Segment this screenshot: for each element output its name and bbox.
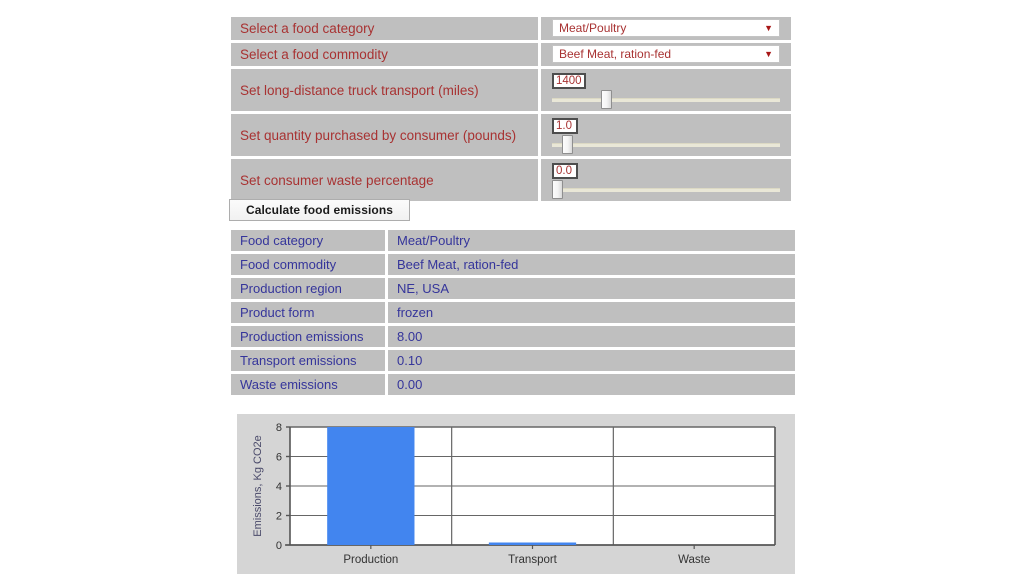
- chart-y-axis-label: Emissions, Kg CO2e: [252, 435, 264, 536]
- app-root: Select a food category Meat/Poultry ▼ Se…: [0, 0, 1024, 585]
- truck-transport-value[interactable]: 1400: [552, 73, 586, 89]
- table-row: Production emissions 8.00: [231, 326, 795, 347]
- field-waste-percentage: 0.0: [541, 159, 791, 201]
- chart-y-tick-label: 6: [276, 452, 282, 464]
- calculate-food-emissions-button[interactable]: Calculate food emissions: [229, 199, 410, 221]
- chevron-down-icon: ▼: [764, 22, 773, 33]
- result-value: Meat/Poultry: [388, 230, 795, 251]
- table-row: Production region NE, USA: [231, 278, 795, 299]
- result-value: frozen: [388, 302, 795, 323]
- control-row-truck-transport: Set long-distance truck transport (miles…: [231, 69, 791, 111]
- field-food-category: Meat/Poultry ▼: [541, 17, 791, 40]
- result-key: Waste emissions: [231, 374, 388, 395]
- table-row: Food commodity Beef Meat, ration-fed: [231, 254, 795, 275]
- chart-bar: [488, 542, 577, 545]
- waste-percentage-value[interactable]: 0.0: [552, 163, 578, 179]
- result-key: Food category: [231, 230, 388, 251]
- control-row-quantity-purchased: Set quantity purchased by consumer (poun…: [231, 114, 791, 156]
- result-key: Production region: [231, 278, 388, 299]
- waste-percentage-track[interactable]: [552, 188, 780, 192]
- result-value: 0.00: [388, 374, 795, 395]
- field-food-commodity: Beef Meat, ration-fed ▼: [541, 43, 791, 66]
- chart-y-tick-label: 0: [276, 540, 282, 552]
- food-category-selected-value: Meat/Poultry: [559, 21, 627, 35]
- result-key: Food commodity: [231, 254, 388, 275]
- emissions-bar-chart-svg: 0 2 4 6 8 Production Transport Waste Emissions, …: [252, 422, 776, 566]
- truck-transport-slider[interactable]: 1400: [552, 69, 780, 111]
- truck-transport-thumb[interactable]: [600, 90, 612, 109]
- chart-y-tick-label: 4: [276, 481, 282, 493]
- field-quantity-purchased: 1.0: [541, 114, 791, 156]
- chart-y-tick-label: 8: [276, 422, 282, 434]
- result-key: Product form: [231, 302, 388, 323]
- label-quantity-purchased: Set quantity purchased by consumer (poun…: [231, 114, 541, 156]
- result-value: 0.10: [388, 350, 795, 371]
- control-row-food-commodity: Select a food commodity Beef Meat, ratio…: [231, 43, 791, 66]
- result-key: Production emissions: [231, 326, 388, 347]
- result-value: Beef Meat, ration-fed: [388, 254, 795, 275]
- table-row: Food category Meat/Poultry: [231, 230, 795, 251]
- field-truck-transport: 1400: [541, 69, 791, 111]
- food-category-select[interactable]: Meat/Poultry ▼: [552, 19, 780, 37]
- quantity-purchased-slider[interactable]: 1.0: [552, 114, 780, 156]
- control-row-waste-percentage: Set consumer waste percentage 0.0: [231, 159, 791, 201]
- table-row: Transport emissions 0.10: [231, 350, 795, 371]
- waste-percentage-slider[interactable]: 0.0: [552, 159, 780, 201]
- chart-bar: [327, 427, 415, 545]
- quantity-purchased-track[interactable]: [552, 143, 780, 147]
- chart-x-tick-label: Waste: [678, 554, 710, 566]
- label-truck-transport: Set long-distance truck transport (miles…: [231, 69, 541, 111]
- emissions-bar-chart: 0 2 4 6 8 Production Transport Waste Emissions, …: [237, 414, 795, 574]
- chart-x-tick-label: Production: [343, 554, 398, 566]
- label-waste-percentage: Set consumer waste percentage: [231, 159, 541, 201]
- quantity-purchased-value[interactable]: 1.0: [552, 118, 578, 134]
- result-value: NE, USA: [388, 278, 795, 299]
- chart-y-tick-label: 2: [276, 511, 282, 523]
- food-commodity-select[interactable]: Beef Meat, ration-fed ▼: [552, 45, 780, 63]
- result-key: Transport emissions: [231, 350, 388, 371]
- truck-transport-track[interactable]: [552, 98, 780, 102]
- label-food-commodity: Select a food commodity: [231, 43, 541, 66]
- waste-percentage-thumb[interactable]: [552, 180, 563, 199]
- food-commodity-selected-value: Beef Meat, ration-fed: [559, 47, 672, 61]
- label-food-category: Select a food category: [231, 17, 541, 40]
- table-row: Product form frozen: [231, 302, 795, 323]
- chart-x-tick-label: Transport: [508, 554, 558, 566]
- chevron-down-icon: ▼: [764, 48, 773, 59]
- control-row-food-category: Select a food category Meat/Poultry ▼: [231, 17, 791, 40]
- table-row: Waste emissions 0.00: [231, 374, 795, 395]
- results-table: Food category Meat/Poultry Food commodity B…: [231, 230, 795, 398]
- quantity-purchased-thumb[interactable]: [561, 135, 573, 154]
- result-value: 8.00: [388, 326, 795, 347]
- input-control-panel: Select a food category Meat/Poultry ▼ Se…: [231, 17, 791, 204]
